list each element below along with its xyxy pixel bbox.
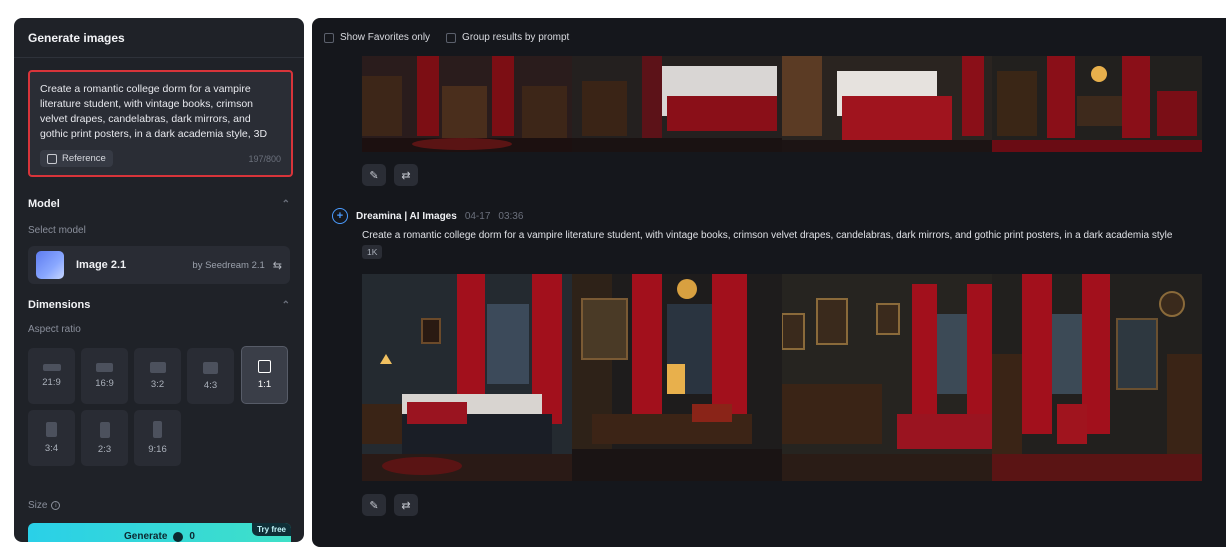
select-model-label: Select model xyxy=(28,225,86,236)
generated-image[interactable] xyxy=(992,56,1202,152)
dorm-image xyxy=(362,274,572,481)
generated-image[interactable] xyxy=(362,274,572,481)
generate-panel: Generate images Create a romantic colleg… xyxy=(14,18,304,542)
entry-title: Dreamina | AI Images xyxy=(356,210,457,222)
dorm-image xyxy=(992,56,1202,152)
ratio-label: 9:16 xyxy=(148,444,167,455)
ratio-shape-icon xyxy=(99,421,110,438)
reference-icon xyxy=(47,153,57,164)
generated-image[interactable] xyxy=(572,274,782,481)
ratio-3-4[interactable]: 3:4 xyxy=(28,410,75,466)
dimensions-section-header[interactable]: Dimensions ⌃ xyxy=(28,299,290,311)
group-filter[interactable]: Group results by prompt xyxy=(446,32,569,43)
resolution-badge: 1K xyxy=(362,245,383,259)
entry-date: 04-17 xyxy=(464,210,491,222)
prompt-text[interactable]: Create a romantic college dorm for a vam… xyxy=(40,82,281,140)
dimensions-section-title: Dimensions xyxy=(28,299,91,311)
ratio-shape-icon xyxy=(153,421,162,438)
ratio-4-3[interactable]: 4:3 xyxy=(187,348,234,404)
generate-label: Generate xyxy=(124,531,168,542)
regenerate-icon[interactable]: ⇄ xyxy=(394,164,418,186)
regenerate-icon[interactable]: ⇄ xyxy=(394,494,418,516)
ratio-shape-icon xyxy=(149,362,166,373)
edit-icon[interactable]: ✎ xyxy=(362,164,386,186)
model-thumbnail xyxy=(36,251,64,279)
ratio-21-9[interactable]: 21:9 xyxy=(28,348,75,404)
dorm-image xyxy=(782,56,992,152)
ratio-16-9[interactable]: 16:9 xyxy=(81,348,128,404)
ratio-2-3[interactable]: 2:3 xyxy=(81,410,128,466)
dorm-image xyxy=(782,274,992,481)
ratio-label: 2:3 xyxy=(97,443,112,455)
reference-label: Reference xyxy=(62,153,106,164)
entry-header: + Dreamina | AI Images 04-17 03:36 xyxy=(332,208,523,224)
model-name: Image 2.1 xyxy=(76,259,127,271)
credit-coin-icon xyxy=(173,531,184,542)
checkbox-icon[interactable] xyxy=(446,32,457,43)
group-label: Group results by prompt xyxy=(462,32,570,43)
edit-icon[interactable]: ✎ xyxy=(362,494,386,516)
ratio-shape-icon xyxy=(42,364,61,371)
ratio-9-16[interactable]: 9:16 xyxy=(134,410,181,466)
previous-actions: ✎ ⇄ xyxy=(362,164,418,186)
checkbox-icon[interactable] xyxy=(324,32,334,43)
model-provider: by Seedream 2.1 xyxy=(192,259,265,271)
size-label: Size i xyxy=(28,500,61,511)
previous-image-row xyxy=(362,56,1202,152)
size-text: Size xyxy=(28,500,48,511)
model-selector[interactable]: Image 2.1 by Seedream 2.1 ⇆ xyxy=(28,246,290,284)
add-icon[interactable]: + xyxy=(332,208,348,224)
dorm-image xyxy=(572,56,782,152)
generated-image[interactable] xyxy=(572,56,782,152)
favorites-filter[interactable]: Show Favorites only xyxy=(324,32,430,43)
ratio-shape-icon xyxy=(258,360,271,373)
char-counter: 197/800 xyxy=(248,153,281,164)
settings-sliders-icon[interactable]: ⇆ xyxy=(273,259,282,272)
result-actions: ✎ ⇄ xyxy=(362,494,418,516)
ratio-label: 3:4 xyxy=(44,443,59,454)
credit-count: 0 xyxy=(189,531,195,542)
generate-button[interactable]: Generate 0 Try free xyxy=(28,523,291,542)
model-section-title: Model xyxy=(28,198,60,210)
ratio-3-2[interactable]: 3:2 xyxy=(134,348,181,404)
favorites-label: Show Favorites only xyxy=(340,32,431,43)
ratio-label: 21:9 xyxy=(42,377,61,388)
model-section-header[interactable]: Model ⌃ xyxy=(28,198,290,210)
ratio-shape-icon xyxy=(46,422,57,437)
panel-title: Generate images xyxy=(14,18,304,58)
prompt-input[interactable]: Create a romantic college dorm for a vam… xyxy=(28,70,293,177)
ratio-1-1[interactable]: 1:1 xyxy=(241,346,288,404)
results-area: Show Favorites only Group results by pro… xyxy=(312,18,1226,547)
dorm-image xyxy=(572,274,782,481)
entry-time: 03:36 xyxy=(498,210,524,222)
dorm-image xyxy=(992,274,1202,481)
entry-prompt[interactable]: Create a romantic college dorm for a vam… xyxy=(362,230,1226,241)
ratio-label: 4:3 xyxy=(203,379,218,391)
ratio-label: 1:1 xyxy=(257,379,272,390)
try-free-badge: Try free xyxy=(252,523,291,536)
ratio-shape-icon xyxy=(203,361,218,374)
aspect-ratio-label: Aspect ratio xyxy=(28,324,81,335)
filter-bar: Show Favorites only Group results by pro… xyxy=(324,32,569,43)
ratio-shape-icon xyxy=(96,363,113,372)
dorm-image xyxy=(362,56,572,152)
ratio-label: 3:2 xyxy=(150,379,165,390)
generated-image[interactable] xyxy=(362,56,572,152)
generated-image[interactable] xyxy=(782,56,992,152)
generated-image[interactable] xyxy=(992,274,1202,481)
chevron-up-icon[interactable]: ⌃ xyxy=(282,300,290,311)
chevron-up-icon[interactable]: ⌃ xyxy=(282,199,290,210)
generated-image[interactable] xyxy=(782,274,992,481)
reference-button[interactable]: Reference xyxy=(40,150,113,167)
ratio-label: 16:9 xyxy=(95,378,114,389)
result-image-row xyxy=(362,274,1202,481)
info-icon[interactable]: i xyxy=(51,501,61,510)
